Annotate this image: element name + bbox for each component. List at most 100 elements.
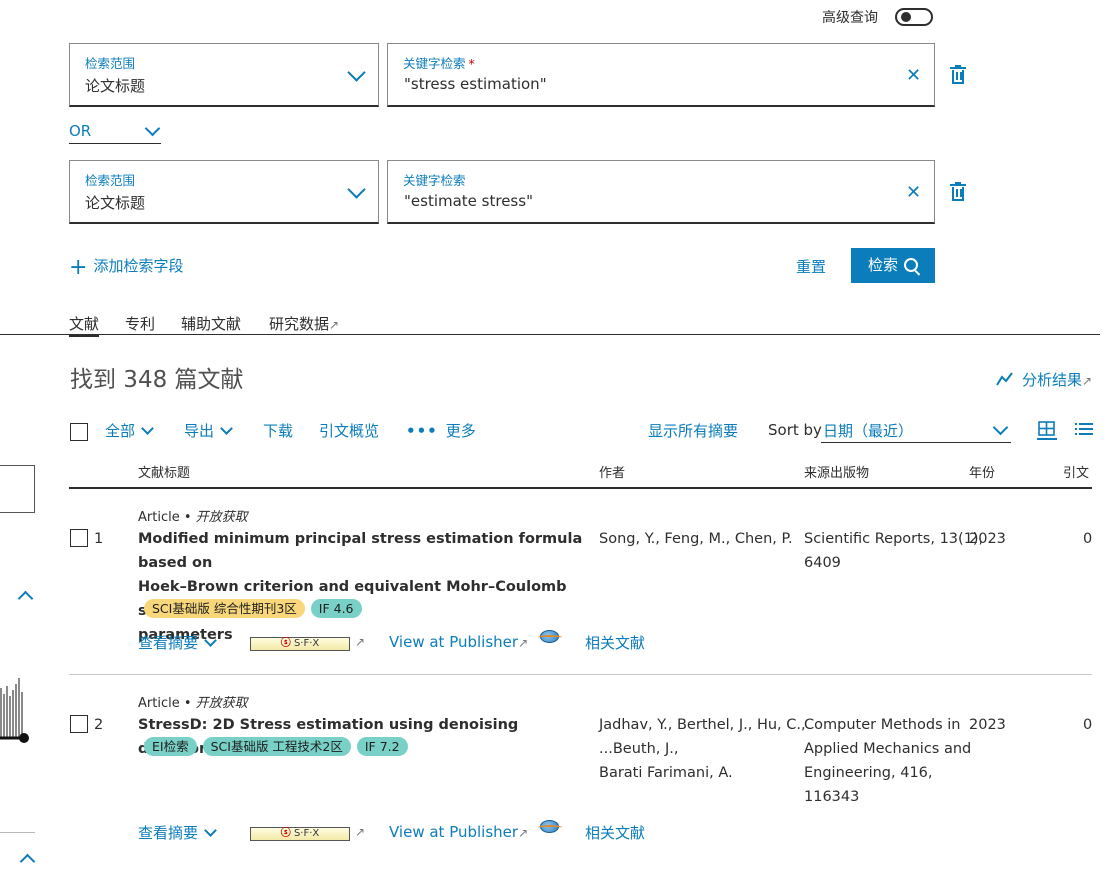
delete-field-icon[interactable]: [950, 182, 966, 202]
plus-icon: +: [69, 255, 88, 280]
keyword-label: 关键字检索 *: [403, 56, 475, 71]
clear-icon[interactable]: ✕: [906, 67, 921, 85]
delete-field-icon[interactable]: [950, 65, 966, 85]
record-meta: Article • 开放获取: [138, 510, 248, 525]
table-view-icon[interactable]: [1037, 420, 1057, 440]
tab-patents[interactable]: 专利: [125, 313, 155, 334]
column-authors[interactable]: 作者: [599, 462, 625, 481]
column-citations[interactable]: 引文: [1063, 462, 1089, 481]
search-button[interactable]: 检索: [851, 248, 935, 283]
scope-label: 检索范围: [85, 56, 136, 71]
more-button[interactable]: ••• 更多: [406, 420, 476, 441]
toggle-knob: [901, 12, 911, 22]
external-link-icon: ↗: [329, 318, 340, 332]
view-abstract-button[interactable]: 查看摘要: [138, 822, 217, 843]
required-mark: *: [468, 56, 475, 71]
advanced-search-toggle[interactable]: [895, 8, 933, 26]
keyword-value: "estimate stress": [404, 192, 533, 210]
impact-factor-badge: IF 7.2: [356, 737, 408, 756]
boolean-operator-select[interactable]: OR: [69, 120, 161, 144]
sfx-link[interactable]: ⓢ S·F·X: [250, 827, 350, 841]
tab-secondary-documents[interactable]: 辅助文献: [181, 313, 241, 334]
select-all-checkbox[interactable]: [70, 423, 88, 441]
related-documents-link[interactable]: 相关文献: [585, 632, 645, 653]
tab-divider: [0, 334, 1100, 335]
journal-rank-badge: SCI基础版 工程技术2区: [202, 737, 351, 756]
side-divider: [0, 832, 35, 833]
keyword-label: 关键字检索: [403, 173, 466, 188]
view-abstract-button[interactable]: 查看摘要: [138, 632, 217, 653]
keyword-field-1[interactable]: 关键字检索 * "stress estimation" ✕: [387, 43, 935, 107]
record-title-link[interactable]: Modified minimum principal stress estima…: [138, 527, 588, 647]
side-panel-box: [0, 465, 35, 513]
view-at-publisher-link[interactable]: View at Publisher↗: [389, 823, 528, 841]
advanced-search-label: 高级查询: [822, 10, 878, 26]
record-badges: SCI基础版 综合性期刊3区 IF 4.6: [144, 599, 368, 618]
tab-research-data[interactable]: 研究数据↗: [269, 313, 339, 334]
scope-value: 论文标题: [85, 77, 146, 95]
sort-by-label: Sort by: [768, 421, 822, 439]
analyze-results-link[interactable]: 分析结果↗: [996, 369, 1092, 390]
external-link-icon: ↗: [355, 635, 366, 649]
chevron-down-icon: [144, 120, 161, 137]
chevron-down-icon: [347, 180, 366, 199]
citation-overview-button[interactable]: 引文概览: [319, 420, 379, 441]
list-view-icon[interactable]: [1075, 422, 1093, 436]
index-badge: EI检索: [144, 737, 197, 756]
journal-rank-badge: SCI基础版 综合性期刊3区: [144, 599, 305, 618]
chevron-down-icon: [204, 634, 217, 647]
add-field-button[interactable]: + 添加检索字段: [69, 255, 183, 280]
histogram-filter-icon[interactable]: [0, 676, 32, 746]
record-authors[interactable]: Jadhav, Y., Berthel, J., Hu, C., ...Beut…: [599, 713, 806, 785]
related-globe-icon: [538, 630, 562, 643]
scope-select-2[interactable]: 检索范围 论文标题: [69, 160, 379, 224]
more-dots-icon: •••: [406, 422, 438, 440]
column-title[interactable]: 文献标题: [138, 462, 190, 481]
sfx-link[interactable]: ⓢ S·F·X: [250, 637, 350, 651]
external-link-icon: ↗: [355, 825, 366, 839]
record-citations[interactable]: 0: [1083, 713, 1092, 737]
sort-select[interactable]: 日期（最近）: [821, 418, 1011, 443]
record-source: Scientific Reports, 13(1), 6409: [804, 531, 984, 571]
reset-button[interactable]: 重置: [796, 256, 826, 277]
impact-factor-badge: IF 4.6: [310, 599, 362, 618]
view-at-publisher-link[interactable]: View at Publisher↗: [389, 633, 528, 651]
record-index: 1: [94, 531, 104, 547]
show-all-abstracts-button[interactable]: 显示所有摘要: [648, 420, 738, 441]
results-count: 找到 348 篇文献: [70, 367, 244, 393]
record-source: Computer Methods in Applied Mechanics an…: [804, 717, 972, 805]
row-divider: [69, 674, 1092, 675]
record-authors[interactable]: Song, Y., Feng, M., Chen, P.: [599, 527, 793, 551]
column-source[interactable]: 来源出版物: [804, 462, 869, 481]
record-meta: Article • 开放获取: [138, 696, 248, 711]
related-documents-link[interactable]: 相关文献: [585, 822, 645, 843]
select-all-dropdown[interactable]: 全部: [105, 420, 154, 441]
open-access-label: 开放获取: [195, 510, 248, 525]
record-year: 2023: [969, 717, 1006, 733]
header-divider: [69, 487, 1092, 489]
chevron-down-icon: [992, 419, 1009, 436]
chevron-down-icon: [141, 422, 154, 435]
sort-value: 日期（最近）: [823, 422, 914, 440]
record-citations[interactable]: 0: [1083, 527, 1092, 551]
keyword-field-2[interactable]: 关键字检索 "estimate stress" ✕: [387, 160, 935, 224]
search-icon: [904, 258, 918, 272]
clear-icon[interactable]: ✕: [906, 184, 921, 202]
chevron-down-icon: [204, 824, 217, 837]
chevron-up-icon[interactable]: [17, 590, 34, 607]
column-year[interactable]: 年份: [969, 462, 995, 481]
chevron-down-icon: [347, 63, 366, 82]
record-badges: EI检索 SCI基础版 工程技术2区 IF 7.2: [144, 737, 414, 756]
record-checkbox[interactable]: [70, 529, 88, 547]
chevron-up-icon[interactable]: [19, 853, 36, 869]
scope-select-1[interactable]: 检索范围 论文标题: [69, 43, 379, 107]
keyword-value: "stress estimation": [404, 75, 547, 93]
chevron-down-icon: [220, 422, 233, 435]
export-dropdown[interactable]: 导出: [184, 420, 233, 441]
boolean-operator-value: OR: [69, 122, 92, 140]
scope-label: 检索范围: [85, 173, 136, 188]
record-index: 2: [94, 717, 104, 733]
record-year: 2023: [969, 531, 1006, 547]
record-checkbox[interactable]: [70, 715, 88, 733]
download-button[interactable]: 下载: [263, 420, 293, 441]
